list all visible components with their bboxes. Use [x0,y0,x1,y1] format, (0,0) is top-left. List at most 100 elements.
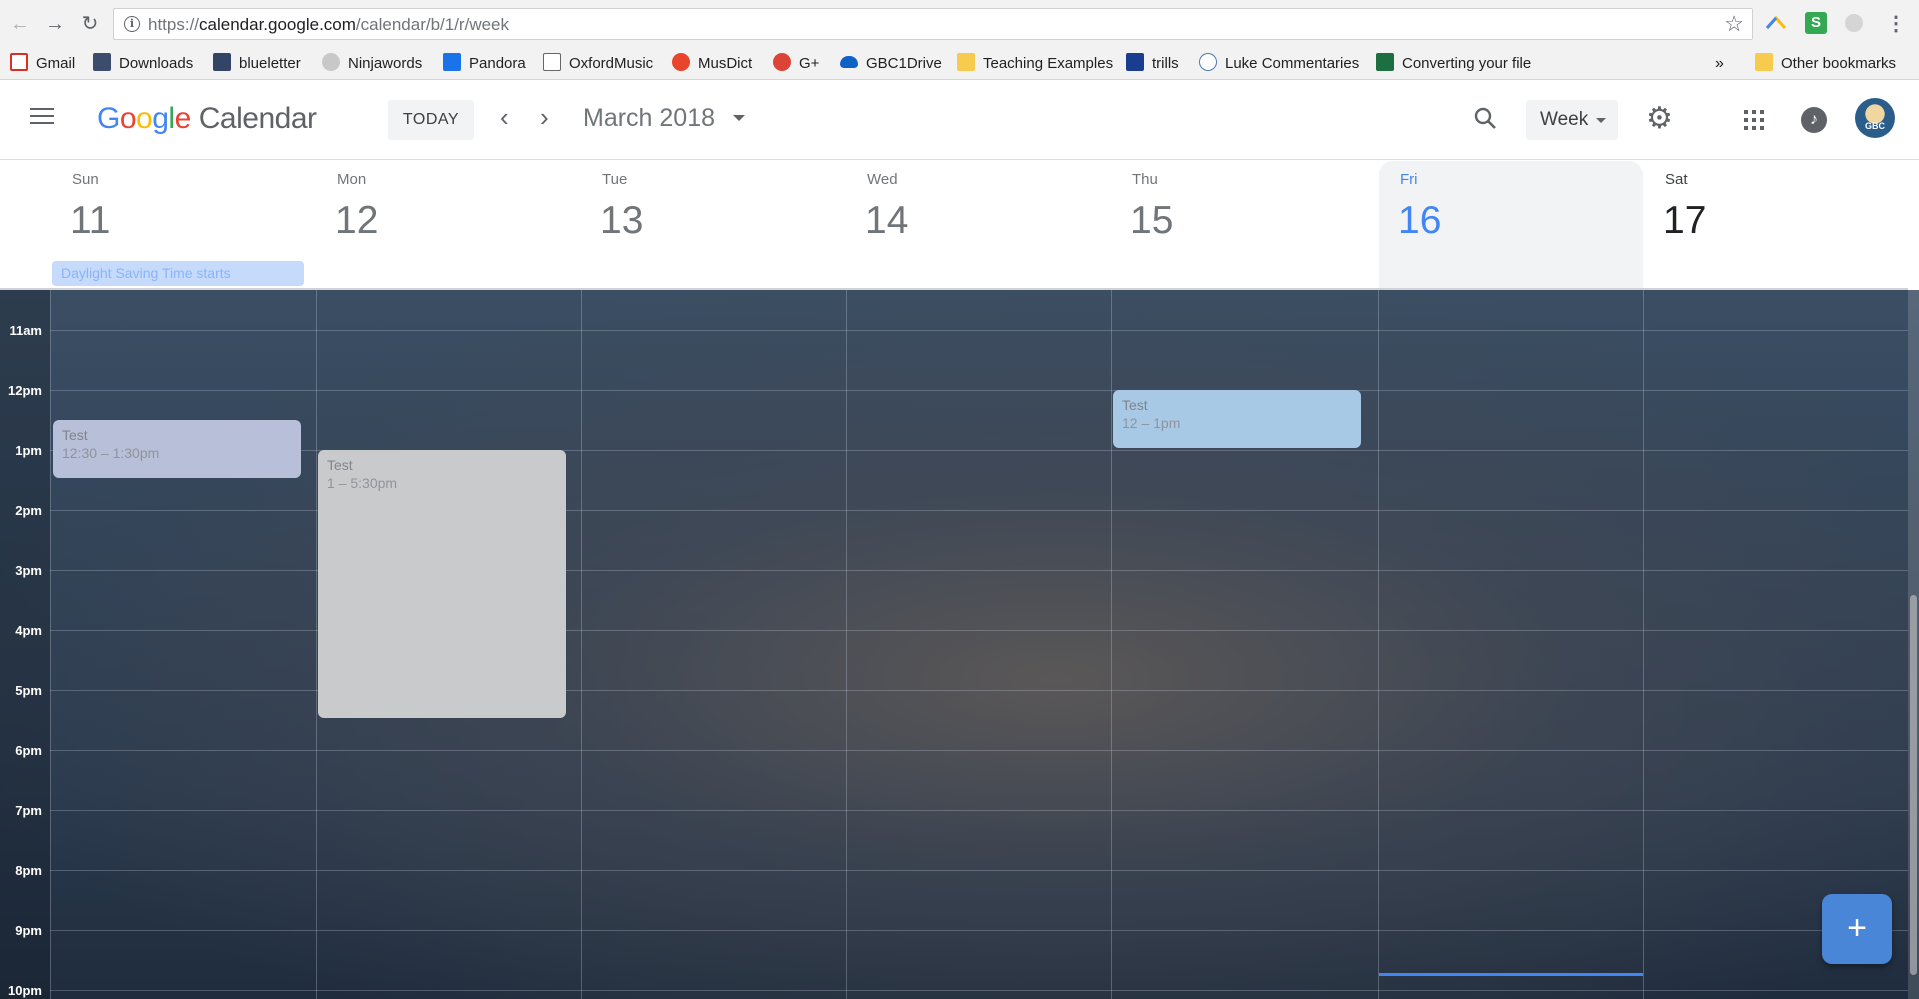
browser-menu-icon[interactable]: ⋮ [1884,12,1908,36]
settings-gear-icon[interactable]: ⚙ [1646,104,1673,134]
previous-week-icon[interactable]: ‹ [500,104,509,130]
day-header-thu[interactable]: Thu 15 [1111,161,1376,290]
bookmarks-overflow-button[interactable]: » [1715,52,1724,76]
event-time: 12 – 1pm [1122,415,1181,431]
day-divider [1378,290,1379,999]
day-name: Tue [602,171,628,188]
blueletter-icon [213,53,231,71]
back-icon[interactable]: ← [8,12,32,36]
bookmark-gbc1drive[interactable]: GBC1Drive [840,52,942,76]
bookmark-gmail[interactable]: Gmail [10,52,75,76]
create-event-button[interactable]: + [1822,894,1892,964]
downloads-icon [93,53,111,71]
today-button[interactable]: TODAY [388,100,474,140]
day-number[interactable]: 16 [1398,199,1441,243]
bookmark-teaching-examples[interactable]: Teaching Examples [957,52,1113,76]
folder-icon [1755,53,1773,71]
url-text: https://calendar.google.com/calendar/b/1… [148,15,510,34]
excel-icon [1376,53,1394,71]
search-icon[interactable] [1473,106,1497,130]
event-title: Test [1122,397,1148,413]
bookmark-downloads[interactable]: Downloads [93,52,193,76]
google-calendar-logo[interactable]: Google Calendar [97,102,317,136]
bookmark-pandora[interactable]: Pandora [443,52,526,76]
hour-line [50,750,1908,751]
bookmark-star-icon[interactable]: ☆ [1724,11,1744,37]
month-title[interactable]: March 2018 [583,104,715,133]
current-time-indicator [1379,973,1643,976]
main-menu-icon[interactable] [30,108,54,128]
event-sun-test[interactable]: Test 12:30 – 1:30pm [53,420,301,478]
day-divider [846,290,847,999]
day-number[interactable]: 12 [335,199,378,243]
scrollbar-thumb[interactable] [1910,595,1917,975]
day-header-tue[interactable]: Tue 13 [581,161,846,290]
day-name: Sun [72,171,99,188]
bookmark-trills[interactable]: trills [1126,52,1179,76]
event-title: Test [62,427,88,443]
hour-line [50,870,1908,871]
event-title: Test [327,457,353,473]
notifications-bell-icon[interactable]: ♪ [1801,107,1827,133]
bookmarks-bar: Gmail Downloads blueletter Ninjawords Pa… [0,48,1919,80]
hour-line [50,330,1908,331]
time-gutter: 11am 12pm 1pm 2pm 3pm 4pm 5pm 6pm 7pm 8p… [0,290,50,999]
allday-event-dst[interactable]: Daylight Saving Time starts [52,261,304,286]
ninjawords-icon [322,53,340,71]
bookmark-musdict[interactable]: MusDict [672,52,752,76]
musdict-icon [672,53,690,71]
other-bookmarks-folder[interactable]: Other bookmarks [1755,52,1896,76]
account-avatar[interactable]: GBC [1855,98,1895,138]
week-time-grid[interactable]: 11am 12pm 1pm 2pm 3pm 4pm 5pm 6pm 7pm 8p… [0,290,1919,999]
day-number[interactable]: 17 [1663,199,1706,243]
pandora-icon [443,53,461,71]
time-label: 4pm [15,623,42,638]
bookmark-ninjawords[interactable]: Ninjawords [322,52,422,76]
reload-icon[interactable]: ↻ [78,12,102,36]
bookmark-gplus[interactable]: G+ [773,52,819,76]
day-divider [1643,290,1644,999]
day-name: Fri [1400,171,1418,188]
forward-icon[interactable]: → [43,12,67,36]
next-week-icon[interactable]: › [540,104,549,130]
time-label: 9pm [15,923,42,938]
google-apps-icon[interactable] [1744,110,1764,130]
time-label: 8pm [15,863,42,878]
bookmark-blueletter[interactable]: blueletter [213,52,301,76]
day-header-fri-today[interactable]: Fri 16 [1379,161,1643,290]
address-bar[interactable]: i https://calendar.google.com/calendar/b… [113,8,1753,40]
trills-icon [1126,53,1144,71]
time-label: 5pm [15,683,42,698]
profile-extension-icon[interactable] [1845,14,1863,32]
bookmark-oxfordmusic[interactable]: OxfordMusic [543,52,653,76]
day-name: Thu [1132,171,1158,188]
day-name: Sat [1665,171,1688,188]
day-number[interactable]: 11 [70,199,111,243]
time-label: 11am [9,323,42,338]
day-header-wed[interactable]: Wed 14 [846,161,1111,290]
hour-line [50,990,1908,991]
view-dropdown-icon [1596,118,1606,123]
extension-s-icon[interactable]: S [1805,12,1827,34]
time-label: 2pm [15,503,42,518]
event-thu-test[interactable]: Test 12 – 1pm [1113,390,1361,448]
event-time: 12:30 – 1:30pm [62,445,160,461]
day-number[interactable]: 14 [865,199,908,243]
bookmark-converting-your-file[interactable]: Converting your file [1376,52,1531,76]
day-number[interactable]: 13 [600,199,643,243]
day-divider [50,290,51,999]
day-divider [316,290,317,999]
view-selector[interactable]: Week [1526,100,1618,140]
day-header-mon[interactable]: Mon 12 [316,161,581,290]
month-dropdown-icon[interactable] [733,115,745,121]
time-label: 6pm [15,743,42,758]
grid-scrollbar[interactable] [1908,290,1919,999]
drive-extension-icon[interactable] [1765,14,1787,36]
time-label: 3pm [15,563,42,578]
hour-line [50,930,1908,931]
day-header-sat[interactable]: Sat 17 [1644,161,1909,290]
bookmark-luke-commentaries[interactable]: Luke Commentaries [1199,52,1359,76]
day-number[interactable]: 15 [1130,199,1173,243]
event-mon-test[interactable]: Test 1 – 5:30pm [318,450,566,718]
site-info-icon[interactable]: i [124,16,140,32]
